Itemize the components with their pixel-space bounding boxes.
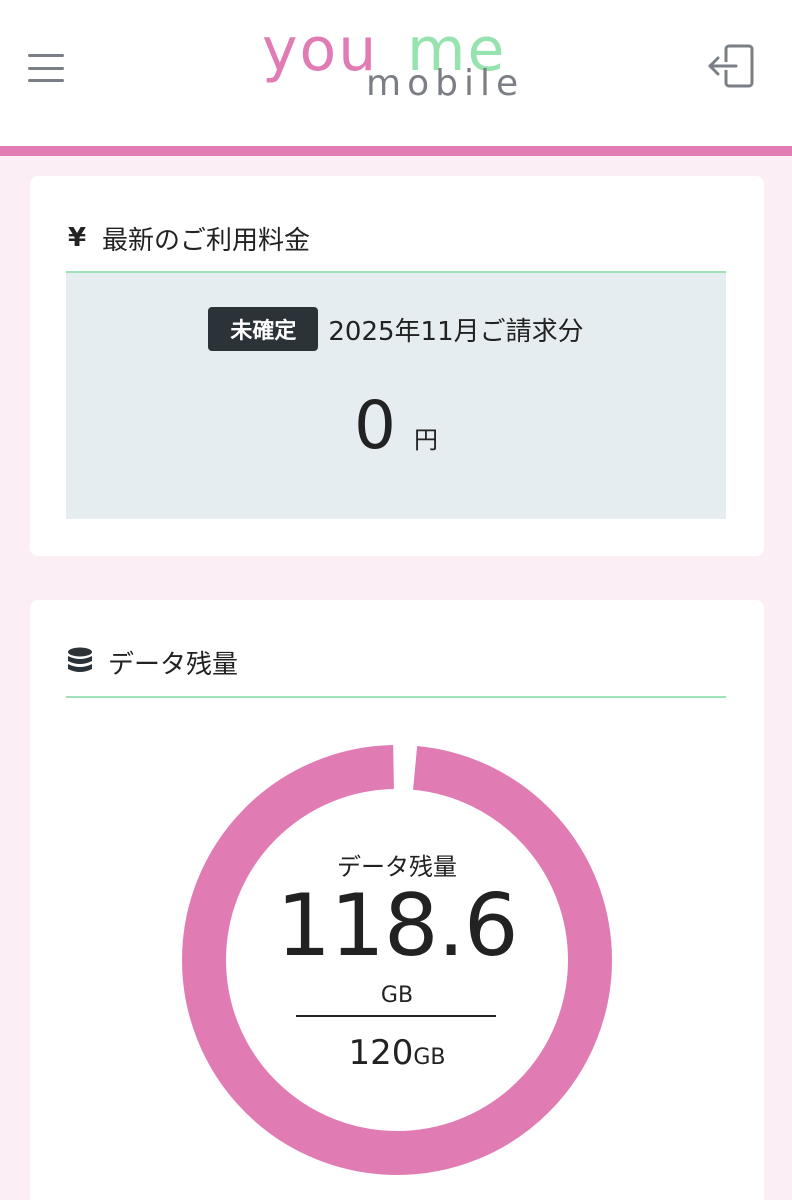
hamburger-icon[interactable] [26, 50, 66, 86]
billing-panel: 未確定 2025年11月ご請求分 0 円 [66, 273, 726, 519]
billing-card: ¥ 最新のご利用料金 未確定 2025年11月ご請求分 0 円 [30, 176, 764, 556]
header-accent-bar [0, 146, 792, 156]
menu-line [28, 79, 64, 82]
billing-status-row: 未確定 2025年11月ご請求分 [66, 307, 726, 351]
billing-amount: 0 [354, 387, 396, 464]
yen-icon: ¥ [67, 223, 87, 253]
billing-title-text: 最新のご利用料金 [102, 225, 311, 256]
gauge-center: データ残量 118.6 GB 120GB [182, 745, 612, 1175]
logout-button[interactable] [706, 40, 758, 92]
remaining-value: 118.6 [276, 876, 518, 976]
database-icon [68, 647, 92, 672]
billing-unit: 円 [414, 426, 438, 454]
logo-text-mobile: mobile [366, 63, 525, 104]
youme-mobile-logo[interactable]: you me mobile [262, 20, 530, 106]
gauge-fraction-line [296, 1015, 496, 1017]
total-unit: GB [413, 1045, 446, 1070]
menu-line [28, 66, 64, 70]
menu-line [28, 54, 64, 57]
logout-icon [708, 44, 754, 88]
app-header: you me mobile [0, 0, 792, 146]
remaining-unit: GB [380, 983, 414, 1008]
data-usage-card: データ残量 データ残量 118.6 GB 120GB [30, 600, 764, 1200]
data-title-text: データ残量 [108, 649, 239, 680]
total-value: 120 [348, 1033, 414, 1073]
status-badge: 未確定 [208, 307, 319, 351]
data-divider [66, 696, 726, 698]
total-capacity: 120GB [182, 1033, 612, 1073]
logo-text-you: you [262, 15, 379, 85]
billing-period: 2025年11月ご請求分 [328, 316, 584, 347]
billing-card-title: ¥ 最新のご利用料金 [66, 218, 310, 258]
data-card-title: データ残量 [66, 642, 238, 682]
billing-amount-row: 0 円 [66, 393, 726, 459]
